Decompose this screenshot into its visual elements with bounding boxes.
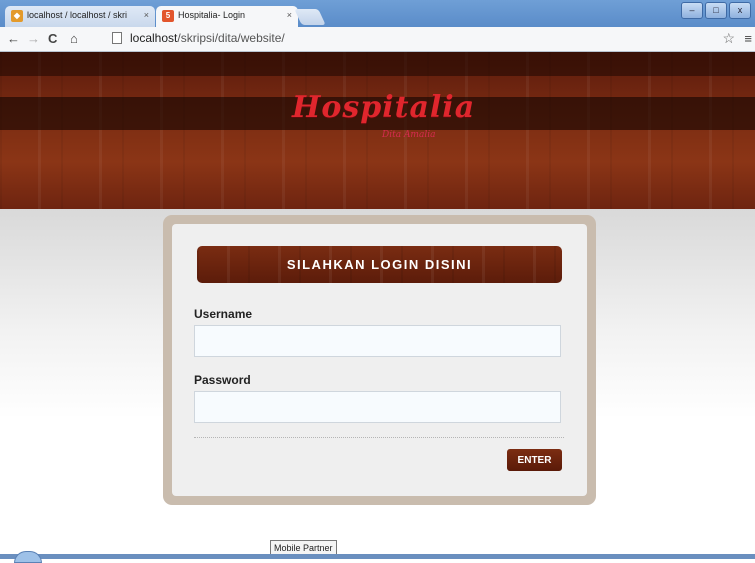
tab-title: localhost / localhost / skri	[27, 10, 128, 20]
forward-arrow-icon[interactable]: →	[27, 31, 40, 47]
login-header-title: SILAHKAN LOGIN DISINI	[286, 257, 473, 272]
reload-icon[interactable]: C	[48, 31, 57, 47]
enter-button[interactable]: ENTER	[507, 449, 562, 471]
form-divider	[194, 437, 564, 438]
url-path: /skripsi/dita/website/	[177, 31, 285, 45]
home-icon[interactable]: ⌂	[70, 31, 78, 47]
tab-localhost[interactable]: ◆ localhost / localhost / skri ×	[5, 6, 155, 27]
browser-toolbar: ← → C ⌂ localhost/skripsi/dita/website/ …	[0, 27, 755, 52]
login-header: SILAHKAN LOGIN DISINI	[197, 246, 562, 283]
page-icon	[112, 32, 122, 44]
new-tab-button[interactable]	[294, 9, 326, 25]
bookmark-star-icon[interactable]: ☆	[722, 30, 735, 47]
minimize-button[interactable]: –	[681, 2, 703, 19]
password-label: Password	[194, 373, 251, 387]
tab-title: Hospitalia- Login	[178, 10, 246, 20]
tab-close-icon[interactable]: ×	[287, 10, 292, 20]
password-input[interactable]	[194, 391, 561, 423]
site-logo: Hospitalia	[292, 90, 476, 125]
logo-subtitle: Dita Amalia	[382, 130, 436, 140]
html5-favicon-icon: 5	[162, 10, 174, 22]
tab-hospitalia-login[interactable]: 5 Hospitalia- Login ×	[156, 6, 298, 27]
taskbar	[0, 554, 755, 559]
banner-stripe	[0, 52, 755, 76]
close-window-button[interactable]: x	[729, 2, 751, 19]
tab-close-icon[interactable]: ×	[144, 10, 149, 20]
browser-titlebar: ◆ localhost / localhost / skri × 5 Hospi…	[0, 0, 755, 27]
username-label: Username	[194, 307, 253, 321]
url-host: localhost	[130, 31, 178, 45]
phpmyadmin-favicon-icon: ◆	[11, 10, 23, 22]
address-bar[interactable]: localhost/skripsi/dita/website/ ☆	[96, 29, 740, 49]
menu-icon[interactable]: ≡	[744, 31, 752, 46]
username-input[interactable]	[194, 325, 561, 357]
url-text[interactable]: localhost/skripsi/dita/website/	[130, 31, 285, 45]
back-arrow-icon[interactable]: ←	[7, 31, 20, 47]
window-controls: – □ x	[681, 2, 751, 19]
maximize-button[interactable]: □	[705, 2, 727, 19]
site-banner: Hospitalia Dita Amalia	[0, 52, 755, 209]
